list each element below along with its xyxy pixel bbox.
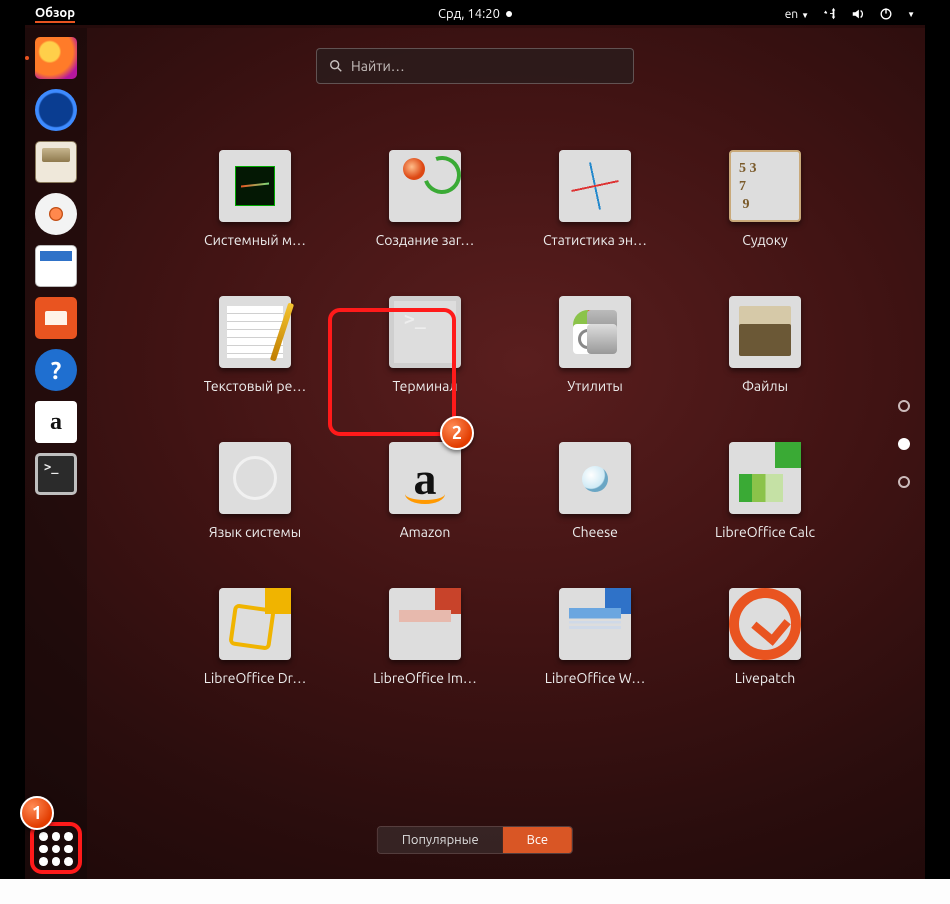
- dock: ? a: [25, 28, 87, 879]
- dock-item-help[interactable]: ?: [32, 346, 80, 394]
- activities-button[interactable]: Обзор: [35, 6, 75, 23]
- sudoku-icon: [729, 150, 801, 222]
- app-power-stats[interactable]: Статистика эн…: [510, 150, 680, 248]
- dock-item-terminal[interactable]: [32, 450, 80, 498]
- clock[interactable]: Срд, 14:20: [438, 7, 512, 21]
- view-toggle: Популярные Все: [377, 826, 573, 854]
- app-startup-disk[interactable]: Создание заг…: [340, 150, 510, 248]
- writer-icon: [559, 588, 631, 660]
- app-libreoffice-calc[interactable]: LibreOffice Calc: [680, 442, 850, 540]
- chevron-down-icon: ▼: [801, 11, 809, 20]
- screenshot-frame-bottom: [0, 879, 950, 904]
- files-icon: [35, 141, 77, 183]
- app-libreoffice-draw[interactable]: LibreOffice Dr…: [170, 588, 340, 686]
- app-label: Судоку: [742, 232, 788, 248]
- network-icon[interactable]: [823, 7, 837, 21]
- calc-icon: [729, 442, 801, 514]
- terminal-icon: [35, 453, 77, 495]
- app-label: Создание заг…: [376, 232, 475, 248]
- app-label: LibreOffice Dr…: [204, 670, 307, 686]
- app-libreoffice-impress[interactable]: LibreOffice Im…: [340, 588, 510, 686]
- volume-icon[interactable]: [851, 7, 865, 21]
- search-input[interactable]: Найти…: [316, 48, 634, 84]
- system-monitor-icon: [219, 150, 291, 222]
- draw-icon: [219, 588, 291, 660]
- app-sudoku[interactable]: Судоку: [680, 150, 850, 248]
- help-icon: ?: [35, 349, 77, 391]
- writer-icon: [35, 245, 77, 287]
- app-label: LibreOffice W…: [545, 670, 646, 686]
- toggle-popular[interactable]: Популярные: [378, 827, 503, 853]
- app-label: Livepatch: [735, 670, 795, 686]
- thunderbird-icon: [35, 89, 77, 131]
- app-text-editor[interactable]: Текстовый ре…: [170, 296, 340, 394]
- app-terminal[interactable]: Терминал: [340, 296, 510, 394]
- cheese-icon: [559, 442, 631, 514]
- show-applications-button[interactable]: [32, 825, 80, 873]
- search-placeholder: Найти…: [351, 58, 405, 74]
- software-center-icon: [35, 297, 77, 339]
- lang-label: en: [785, 8, 798, 21]
- notification-dot-icon: [506, 11, 512, 17]
- amazon-icon: a: [389, 442, 461, 514]
- page-indicator: [898, 400, 910, 488]
- app-label: Системный м…: [204, 232, 306, 248]
- impress-icon: [389, 588, 461, 660]
- app-cheese[interactable]: Cheese: [510, 442, 680, 540]
- app-label: Текстовый ре…: [204, 378, 306, 394]
- power-icon[interactable]: [879, 7, 893, 21]
- clock-label: Срд, 14:20: [438, 7, 500, 21]
- chevron-down-icon: ▼: [907, 10, 915, 19]
- power-stats-icon: [559, 150, 631, 222]
- dock-item-firefox[interactable]: [32, 34, 80, 82]
- utilities-folder-icon: [559, 296, 631, 368]
- app-label: Файлы: [742, 378, 788, 394]
- app-files[interactable]: Файлы: [680, 296, 850, 394]
- search-icon: [329, 59, 343, 73]
- livepatch-icon: [729, 588, 801, 660]
- app-utilities-folder[interactable]: Утилиты: [510, 296, 680, 394]
- amazon-icon: a: [35, 401, 77, 443]
- startup-disk-icon: [389, 150, 461, 222]
- toggle-all[interactable]: Все: [503, 827, 572, 853]
- applications-grid: Системный м… Создание заг… Статистика эн…: [130, 150, 890, 686]
- app-libreoffice-writer[interactable]: LibreOffice W…: [510, 588, 680, 686]
- page-dot-2[interactable]: [898, 438, 910, 450]
- dock-item-files[interactable]: [32, 138, 80, 186]
- app-system-monitor[interactable]: Системный м…: [170, 150, 340, 248]
- app-label: Язык системы: [209, 524, 301, 540]
- language-icon: [219, 442, 291, 514]
- app-label: LibreOffice Im…: [373, 670, 477, 686]
- dock-item-writer[interactable]: [32, 242, 80, 290]
- dock-item-thunderbird[interactable]: [32, 86, 80, 134]
- app-label: Amazon: [400, 524, 451, 540]
- app-label: Cheese: [572, 524, 618, 540]
- top-bar: Обзор Срд, 14:20 en ▼ ▼: [25, 0, 925, 28]
- dock-item-software[interactable]: [32, 294, 80, 342]
- firefox-icon: [35, 37, 77, 79]
- terminal-icon: [389, 296, 461, 368]
- dock-item-rhythmbox[interactable]: [32, 190, 80, 238]
- app-label: Статистика эн…: [543, 232, 647, 248]
- app-label: Терминал: [392, 378, 457, 394]
- files-icon: [729, 296, 801, 368]
- apps-grid-icon: [39, 832, 73, 866]
- app-amazon[interactable]: a Amazon: [340, 442, 510, 540]
- page-dot-3[interactable]: [898, 476, 910, 488]
- rhythmbox-icon: [35, 193, 77, 235]
- keyboard-layout-indicator[interactable]: en ▼: [785, 7, 809, 21]
- page-dot-1[interactable]: [898, 400, 910, 412]
- text-editor-icon: [219, 296, 291, 368]
- app-language[interactable]: Язык системы: [170, 442, 340, 540]
- app-livepatch[interactable]: Livepatch: [680, 588, 850, 686]
- app-label: Утилиты: [567, 378, 623, 394]
- app-label: LibreOffice Calc: [715, 524, 815, 540]
- dock-item-amazon[interactable]: a: [32, 398, 80, 446]
